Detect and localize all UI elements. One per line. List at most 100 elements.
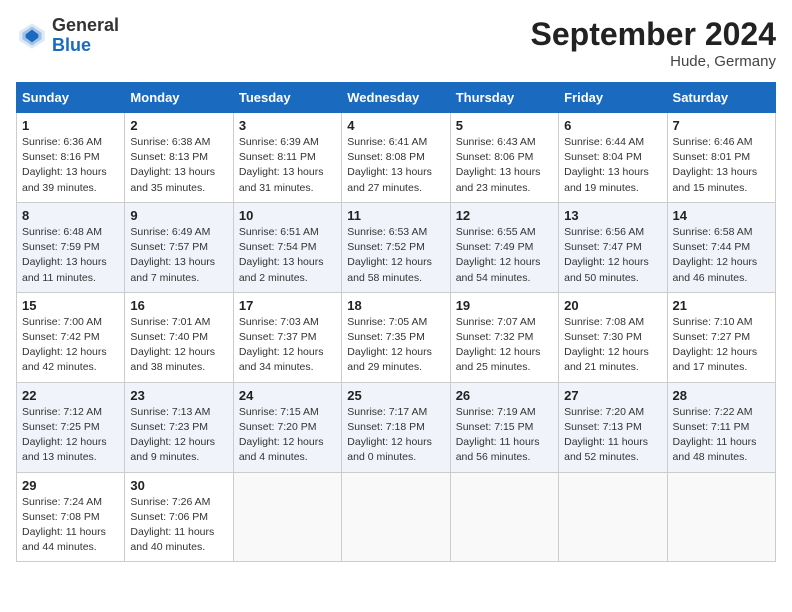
day-info: Sunrise: 7:15 AM Sunset: 7:20 PM Dayligh… xyxy=(239,405,336,466)
calendar-cell xyxy=(450,472,558,562)
weekday-header-thursday: Thursday xyxy=(450,83,558,113)
logo-general-text: General xyxy=(52,15,119,35)
calendar-cell: 17 Sunrise: 7:03 AM Sunset: 7:37 PM Dayli… xyxy=(233,292,341,382)
day-number: 4 xyxy=(347,118,444,133)
day-number: 22 xyxy=(22,388,119,403)
calendar-cell: 27 Sunrise: 7:20 AM Sunset: 7:13 PM Dayli… xyxy=(559,382,667,472)
day-number: 20 xyxy=(564,298,661,313)
calendar-cell: 5Sunrise: 6:43 AM Sunset: 8:06 PM Daylig… xyxy=(450,113,558,203)
day-info: Sunrise: 6:36 AM Sunset: 8:16 PM Dayligh… xyxy=(22,135,119,196)
calendar-week-row: 1 Sunrise: 6:36 AM Sunset: 8:16 PM Daylig… xyxy=(17,113,776,203)
calendar-cell: 16 Sunrise: 7:01 AM Sunset: 7:40 PM Dayli… xyxy=(125,292,233,382)
day-number: 28 xyxy=(673,388,770,403)
day-info: Sunrise: 7:07 AM Sunset: 7:32 PM Dayligh… xyxy=(456,315,553,376)
calendar-cell: 1 Sunrise: 6:36 AM Sunset: 8:16 PM Daylig… xyxy=(17,113,125,203)
month-title: September 2024 xyxy=(531,16,776,53)
calendar-cell: 11Sunrise: 6:53 AM Sunset: 7:52 PM Dayli… xyxy=(342,202,450,292)
day-info: Sunrise: 7:24 AM Sunset: 7:08 PM Dayligh… xyxy=(22,495,119,556)
day-info: Sunrise: 6:53 AM Sunset: 7:52 PM Dayligh… xyxy=(347,225,444,286)
day-number: 30 xyxy=(130,478,227,493)
day-number: 10 xyxy=(239,208,336,223)
day-number: 25 xyxy=(347,388,444,403)
calendar-cell: 8Sunrise: 6:48 AM Sunset: 7:59 PM Daylig… xyxy=(17,202,125,292)
calendar-cell: 26 Sunrise: 7:19 AM Sunset: 7:15 PM Dayli… xyxy=(450,382,558,472)
day-number: 15 xyxy=(22,298,119,313)
day-number: 17 xyxy=(239,298,336,313)
day-info: Sunrise: 6:56 AM Sunset: 7:47 PM Dayligh… xyxy=(564,225,661,286)
day-info: Sunrise: 7:03 AM Sunset: 7:37 PM Dayligh… xyxy=(239,315,336,376)
calendar-week-row: 29 Sunrise: 7:24 AM Sunset: 7:08 PM Dayli… xyxy=(17,472,776,562)
calendar-cell: 24Sunrise: 7:15 AM Sunset: 7:20 PM Dayli… xyxy=(233,382,341,472)
day-info: Sunrise: 7:12 AM Sunset: 7:25 PM Dayligh… xyxy=(22,405,119,466)
calendar-cell: 15Sunrise: 7:00 AM Sunset: 7:42 PM Dayli… xyxy=(17,292,125,382)
day-info: Sunrise: 7:17 AM Sunset: 7:18 PM Dayligh… xyxy=(347,405,444,466)
calendar-cell: 14 Sunrise: 6:58 AM Sunset: 7:44 PM Dayli… xyxy=(667,202,775,292)
day-info: Sunrise: 7:19 AM Sunset: 7:15 PM Dayligh… xyxy=(456,405,553,466)
weekday-header-tuesday: Tuesday xyxy=(233,83,341,113)
day-number: 29 xyxy=(22,478,119,493)
calendar-cell: 18 Sunrise: 7:05 AM Sunset: 7:35 PM Dayli… xyxy=(342,292,450,382)
day-number: 18 xyxy=(347,298,444,313)
calendar-cell: 19 Sunrise: 7:07 AM Sunset: 7:32 PM Dayli… xyxy=(450,292,558,382)
calendar-cell: 9Sunrise: 6:49 AM Sunset: 7:57 PM Daylig… xyxy=(125,202,233,292)
day-number: 2 xyxy=(130,118,227,133)
weekday-header-sunday: Sunday xyxy=(17,83,125,113)
day-info: Sunrise: 6:46 AM Sunset: 8:01 PM Dayligh… xyxy=(673,135,770,196)
weekday-header-monday: Monday xyxy=(125,83,233,113)
weekday-header-row: SundayMondayTuesdayWednesdayThursdayFrid… xyxy=(17,83,776,113)
calendar-cell: 28 Sunrise: 7:22 AM Sunset: 7:11 PM Dayli… xyxy=(667,382,775,472)
day-number: 3 xyxy=(239,118,336,133)
calendar-cell: 25 Sunrise: 7:17 AM Sunset: 7:18 PM Dayli… xyxy=(342,382,450,472)
page-header: General Blue September 2024 Hude, German… xyxy=(16,16,776,70)
calendar-cell: 20 Sunrise: 7:08 AM Sunset: 7:30 PM Dayli… xyxy=(559,292,667,382)
calendar-cell xyxy=(342,472,450,562)
weekday-header-wednesday: Wednesday xyxy=(342,83,450,113)
calendar-cell: 10Sunrise: 6:51 AM Sunset: 7:54 PM Dayli… xyxy=(233,202,341,292)
calendar-cell: 21Sunrise: 7:10 AM Sunset: 7:27 PM Dayli… xyxy=(667,292,775,382)
day-number: 12 xyxy=(456,208,553,223)
calendar-cell xyxy=(667,472,775,562)
title-block: September 2024 Hude, Germany xyxy=(531,16,776,70)
day-number: 8 xyxy=(22,208,119,223)
day-info: Sunrise: 6:38 AM Sunset: 8:13 PM Dayligh… xyxy=(130,135,227,196)
location-text: Hude, Germany xyxy=(531,53,776,70)
day-info: Sunrise: 6:41 AM Sunset: 8:08 PM Dayligh… xyxy=(347,135,444,196)
day-number: 1 xyxy=(22,118,119,133)
calendar-cell: 29 Sunrise: 7:24 AM Sunset: 7:08 PM Dayli… xyxy=(17,472,125,562)
day-number: 26 xyxy=(456,388,553,403)
logo-blue-text: Blue xyxy=(52,35,91,55)
day-info: Sunrise: 7:26 AM Sunset: 7:06 PM Dayligh… xyxy=(130,495,227,556)
calendar-table: SundayMondayTuesdayWednesdayThursdayFrid… xyxy=(16,82,776,562)
calendar-cell: 2 Sunrise: 6:38 AM Sunset: 8:13 PM Daylig… xyxy=(125,113,233,203)
day-number: 7 xyxy=(673,118,770,133)
day-number: 16 xyxy=(130,298,227,313)
day-info: Sunrise: 6:58 AM Sunset: 7:44 PM Dayligh… xyxy=(673,225,770,286)
day-info: Sunrise: 6:43 AM Sunset: 8:06 PM Dayligh… xyxy=(456,135,553,196)
calendar-week-row: 15Sunrise: 7:00 AM Sunset: 7:42 PM Dayli… xyxy=(17,292,776,382)
day-number: 14 xyxy=(673,208,770,223)
calendar-cell: 22 Sunrise: 7:12 AM Sunset: 7:25 PM Dayli… xyxy=(17,382,125,472)
day-info: Sunrise: 7:10 AM Sunset: 7:27 PM Dayligh… xyxy=(673,315,770,376)
calendar-header: SundayMondayTuesdayWednesdayThursdayFrid… xyxy=(17,83,776,113)
day-info: Sunrise: 6:55 AM Sunset: 7:49 PM Dayligh… xyxy=(456,225,553,286)
day-number: 27 xyxy=(564,388,661,403)
day-info: Sunrise: 7:20 AM Sunset: 7:13 PM Dayligh… xyxy=(564,405,661,466)
logo-icon xyxy=(16,20,48,52)
day-info: Sunrise: 6:39 AM Sunset: 8:11 PM Dayligh… xyxy=(239,135,336,196)
calendar-cell: 7 Sunrise: 6:46 AM Sunset: 8:01 PM Daylig… xyxy=(667,113,775,203)
day-number: 13 xyxy=(564,208,661,223)
calendar-cell xyxy=(233,472,341,562)
day-number: 9 xyxy=(130,208,227,223)
day-number: 19 xyxy=(456,298,553,313)
logo: General Blue xyxy=(16,16,119,56)
calendar-week-row: 22 Sunrise: 7:12 AM Sunset: 7:25 PM Dayli… xyxy=(17,382,776,472)
day-info: Sunrise: 7:01 AM Sunset: 7:40 PM Dayligh… xyxy=(130,315,227,376)
calendar-cell: 3 Sunrise: 6:39 AM Sunset: 8:11 PM Daylig… xyxy=(233,113,341,203)
calendar-cell: 13 Sunrise: 6:56 AM Sunset: 7:47 PM Dayli… xyxy=(559,202,667,292)
day-info: Sunrise: 7:08 AM Sunset: 7:30 PM Dayligh… xyxy=(564,315,661,376)
day-info: Sunrise: 7:22 AM Sunset: 7:11 PM Dayligh… xyxy=(673,405,770,466)
weekday-header-friday: Friday xyxy=(559,83,667,113)
day-info: Sunrise: 7:05 AM Sunset: 7:35 PM Dayligh… xyxy=(347,315,444,376)
calendar-cell: 6Sunrise: 6:44 AM Sunset: 8:04 PM Daylig… xyxy=(559,113,667,203)
calendar-cell xyxy=(559,472,667,562)
